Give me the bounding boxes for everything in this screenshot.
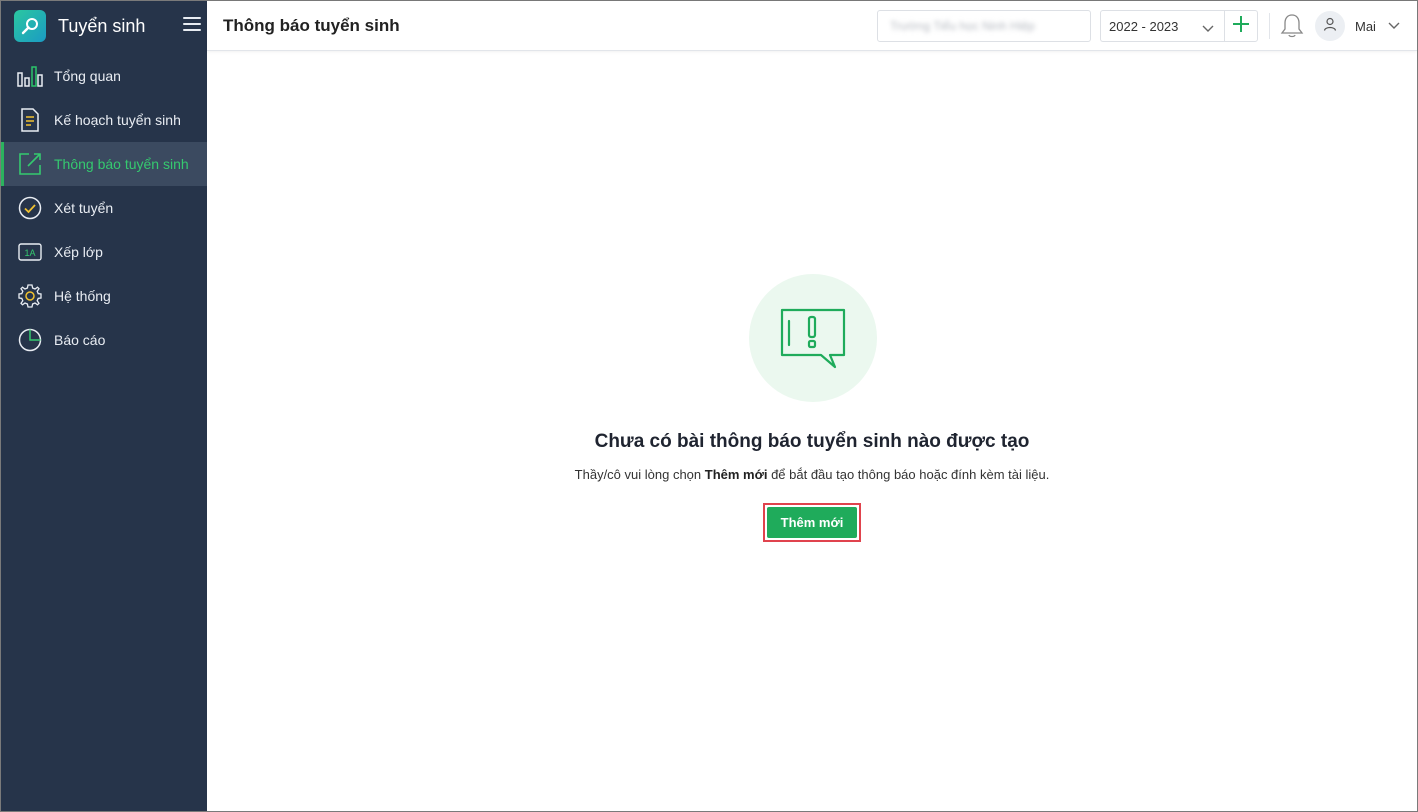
empty-state-description: Thầy/cô vui lòng chọn Thêm mới để bắt đầ… — [207, 467, 1417, 482]
sidebar-item-label: Xét tuyển — [54, 200, 114, 216]
sidebar-item-ke-hoach[interactable]: Kế hoạch tuyển sinh — [1, 98, 207, 142]
chevron-down-icon — [1202, 21, 1214, 36]
empty-state: Chưa có bài thông báo tuyển sinh nào đượ… — [207, 51, 1417, 811]
desc-after: để bắt đầu tạo thông báo hoặc đính kèm t… — [767, 467, 1050, 482]
sidebar-item-label: Thông báo tuyển sinh — [54, 156, 189, 172]
class-badge-text: 1A — [24, 248, 35, 258]
avatar — [1315, 11, 1345, 41]
sidebar-item-thong-bao[interactable]: Thông báo tuyển sinh — [1, 142, 207, 186]
header-divider — [1269, 13, 1270, 39]
pie-chart-icon — [17, 327, 43, 353]
desc-before: Thầy/cô vui lòng chọn — [574, 467, 705, 482]
school-selector[interactable]: Trường Tiểu học Ninh Hiệp — [877, 10, 1091, 42]
app-logo-icon — [14, 10, 46, 42]
brand: Tuyển sinh — [1, 1, 207, 51]
gear-icon — [17, 283, 43, 309]
sidebar-item-he-thong[interactable]: Hệ thống — [1, 274, 207, 318]
sidebar-item-label: Tổng quan — [54, 68, 121, 84]
add-year-button[interactable] — [1224, 10, 1258, 42]
sidebar-item-label: Xếp lớp — [54, 244, 103, 260]
sidebar-item-label: Hệ thống — [54, 288, 111, 304]
document-icon — [17, 107, 43, 133]
desc-bold: Thêm mới — [704, 467, 768, 482]
page-title: Thông báo tuyển sinh — [223, 15, 400, 35]
empty-state-title: Chưa có bài thông báo tuyển sinh nào đượ… — [594, 431, 1030, 452]
check-circle-icon — [17, 195, 43, 221]
bell-icon[interactable] — [1280, 13, 1304, 39]
sidebar-item-bao-cao[interactable]: Báo cáo — [1, 318, 207, 362]
sidebar-nav: Tổng quan Kế hoạch tuyển sinh Thông báo … — [1, 54, 207, 362]
sidebar-item-label: Kế hoạch tuyển sinh — [54, 112, 181, 128]
edit-icon — [17, 151, 43, 177]
sidebar-item-xep-lop[interactable]: 1A Xếp lớp — [1, 230, 207, 274]
message-alert-icon — [749, 274, 877, 402]
user-menu[interactable]: Mai — [1315, 11, 1400, 41]
add-new-highlight: Thêm mới — [763, 503, 861, 542]
sidebar: Tuyển sinh Tổng quan Kế hoạch tuyển sinh… — [1, 1, 207, 811]
school-year-select[interactable]: 2022 - 2023 — [1100, 10, 1224, 42]
top-header: Thông báo tuyển sinh Trường Tiểu học Nin… — [207, 1, 1417, 51]
bar-chart-icon — [17, 63, 43, 89]
class-1a-icon: 1A — [17, 239, 43, 265]
plus-icon — [1233, 15, 1249, 37]
chevron-down-icon — [1388, 17, 1400, 35]
user-icon — [1323, 17, 1337, 36]
menu-toggle-icon[interactable] — [183, 17, 201, 33]
school-year-value: 2022 - 2023 — [1109, 18, 1179, 34]
sidebar-item-tong-quan[interactable]: Tổng quan — [1, 54, 207, 98]
sidebar-item-label: Báo cáo — [54, 332, 106, 348]
sidebar-item-xet-tuyen[interactable]: Xét tuyển — [1, 186, 207, 230]
user-name: Mai — [1355, 18, 1376, 34]
school-name-blurred: Trường Tiểu học Ninh Hiệp — [890, 19, 1035, 33]
add-new-button[interactable]: Thêm mới — [767, 507, 857, 538]
app-title: Tuyển sinh — [58, 15, 146, 36]
